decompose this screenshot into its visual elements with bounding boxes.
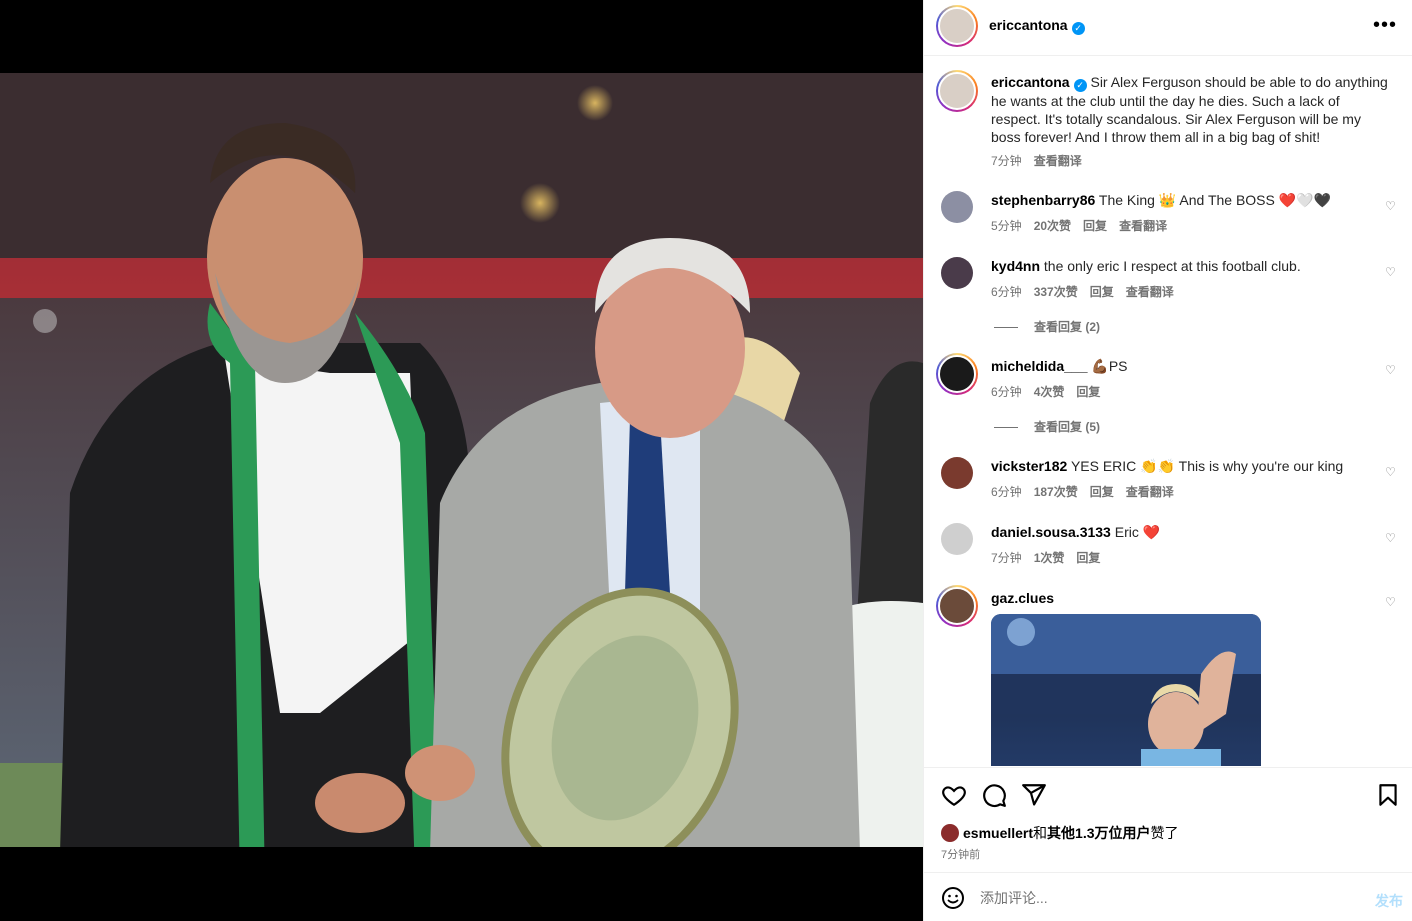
photo-illustration	[0, 73, 923, 847]
commenter-avatar[interactable]	[941, 257, 973, 289]
verified-badge-icon: ✓	[1073, 79, 1087, 92]
caption-text: ericcantona ✓ Sir Alex Ferguson should be…	[991, 73, 1391, 146]
comment-body: YES ERIC 👏👏 This is why you're our king	[1070, 458, 1344, 474]
view-replies-label: 查看回复 (5)	[1034, 420, 1101, 434]
comment-text: gaz.clues	[991, 589, 1391, 607]
comment-body: 💪🏾PS	[1091, 358, 1128, 374]
reply-button[interactable]: 回复	[1076, 385, 1100, 399]
author-name-row: ericcantona ✓	[989, 17, 1085, 35]
commenter-username[interactable]: kyd4nn	[991, 258, 1040, 274]
post-sidebar: ericcantona ✓ ••• ericcantona ✓ Sir Alex F…	[923, 0, 1412, 921]
bookmark-icon[interactable]	[1375, 782, 1401, 808]
post-header: ericcantona ✓ •••	[924, 0, 1412, 56]
comment-meta: 5分钟 20次赞 回复 查看翻译	[991, 217, 1179, 234]
comment-likes[interactable]: 4次赞	[1034, 385, 1065, 399]
commenter-username[interactable]: stephenbarry86	[991, 192, 1095, 208]
instagram-post-modal: ericcantona ✓ ••• ericcantona ✓ Sir Alex F…	[0, 0, 1412, 921]
comment-meta: 6分钟 4次赞 回复	[991, 383, 1112, 400]
likes-and: 和	[1033, 825, 1048, 841]
liker-username[interactable]: esmuellert	[963, 825, 1033, 841]
comments-list[interactable]: ericcantona ✓ Sir Alex Ferguson should be…	[924, 57, 1412, 767]
comment-text: stephenbarry86 The King 👑 And The BOSS ❤…	[991, 191, 1391, 209]
comment-likes[interactable]: 187次赞	[1034, 485, 1078, 499]
likes-others[interactable]: 其他1.3万位用户	[1047, 825, 1150, 841]
verified-badge-icon: ✓	[1071, 22, 1085, 35]
caption-meta: 7分钟 查看翻译	[991, 152, 1094, 169]
reply-button[interactable]: 回复	[1090, 285, 1114, 299]
caption-avatar[interactable]	[936, 70, 978, 112]
comment-meta: 6分钟 187次赞 回复 查看翻译	[991, 483, 1186, 500]
divider-line	[994, 427, 1018, 429]
caption-time: 7分钟	[991, 154, 1022, 168]
comment-like-heart-icon[interactable]: ♡	[1385, 199, 1397, 213]
comment-time: 5分钟	[991, 219, 1022, 233]
comment-time: 6分钟	[991, 385, 1022, 399]
commenter-username[interactable]: vickster182	[991, 458, 1067, 474]
commenter-avatar[interactable]	[941, 191, 973, 223]
comment-likes[interactable]: 337次赞	[1034, 285, 1078, 299]
view-replies-label: 查看回复 (2)	[1034, 320, 1101, 334]
view-replies-button[interactable]: 查看回复 (5)	[994, 418, 1100, 435]
reply-button[interactable]: 回复	[1090, 485, 1114, 499]
comment-gif-image[interactable]	[991, 614, 1261, 766]
reply-button[interactable]: 回复	[1083, 219, 1107, 233]
author-avatar[interactable]	[936, 5, 978, 47]
comment-text: micheldida___ 💪🏾PS	[991, 357, 1391, 375]
comment-body: the only eric I respect at this football…	[1043, 258, 1301, 274]
commenter-avatar[interactable]	[941, 523, 973, 555]
caption-username[interactable]: ericcantona	[991, 74, 1070, 90]
share-icon[interactable]	[1021, 782, 1047, 808]
commenter-username[interactable]: micheldida___	[991, 358, 1088, 374]
comment-likes[interactable]: 20次赞	[1034, 219, 1071, 233]
post-comment-button[interactable]: 发布	[1375, 891, 1403, 911]
comment-icon[interactable]	[981, 782, 1007, 808]
gif-illustration	[991, 614, 1261, 766]
comment-like-heart-icon[interactable]: ♡	[1385, 465, 1397, 479]
commenter-avatar[interactable]	[936, 353, 978, 395]
translate-link[interactable]: 查看翻译	[1126, 285, 1174, 299]
likes-summary[interactable]: esmuellert和其他1.3万位用户赞了	[941, 823, 1179, 843]
comment-text: vickster182 YES ERIC 👏👏 This is why you'…	[991, 457, 1391, 475]
comment-body: Eric ❤️	[1114, 524, 1161, 540]
commenter-avatar[interactable]	[941, 457, 973, 489]
comment-like-heart-icon[interactable]: ♡	[1385, 363, 1397, 377]
translate-link[interactable]: 查看翻译	[1119, 219, 1167, 233]
comment-meta: 7分钟 1次赞 回复	[991, 549, 1112, 566]
commenter-username[interactable]: gaz.clues	[991, 590, 1054, 606]
comment-body: The King 👑 And The BOSS ❤️🤍🖤	[1098, 192, 1332, 208]
post-timestamp: 7分钟前	[941, 849, 981, 861]
divider-line	[994, 327, 1018, 329]
comment-like-heart-icon[interactable]: ♡	[1385, 531, 1397, 545]
post-photo[interactable]	[0, 73, 923, 847]
translate-link[interactable]: 查看翻译	[1126, 485, 1174, 499]
comment-time: 6分钟	[991, 285, 1022, 299]
comment-likes[interactable]: 1次赞	[1034, 551, 1065, 565]
commenter-avatar[interactable]	[936, 585, 978, 627]
likes-suffix: 赞了	[1150, 825, 1179, 841]
liker-avatar	[941, 824, 959, 842]
comment-time: 7分钟	[991, 551, 1022, 565]
comment-meta: 6分钟 337次赞 回复 查看翻译	[991, 283, 1186, 300]
commenter-username[interactable]: daniel.sousa.3133	[991, 524, 1111, 540]
comment-text: kyd4nn the only eric I respect at this f…	[991, 257, 1391, 275]
reply-button[interactable]: 回复	[1076, 551, 1100, 565]
comment-like-heart-icon[interactable]: ♡	[1385, 595, 1397, 609]
translate-link[interactable]: 查看翻译	[1034, 154, 1082, 168]
comment-input[interactable]	[980, 885, 1350, 911]
author-username[interactable]: ericcantona	[989, 17, 1068, 33]
comment-text: daniel.sousa.3133 Eric ❤️	[991, 523, 1391, 541]
comment-time: 6分钟	[991, 485, 1022, 499]
more-options-icon[interactable]: •••	[1373, 14, 1397, 37]
post-actions: esmuellert和其他1.3万位用户赞了 7分钟前	[924, 767, 1412, 871]
view-replies-button[interactable]: 查看回复 (2)	[994, 318, 1100, 335]
comment-like-heart-icon[interactable]: ♡	[1385, 265, 1397, 279]
post-media	[0, 0, 923, 921]
heart-icon[interactable]	[941, 782, 967, 808]
emoji-icon[interactable]	[941, 886, 965, 910]
add-comment-bar: 发布	[924, 872, 1412, 921]
